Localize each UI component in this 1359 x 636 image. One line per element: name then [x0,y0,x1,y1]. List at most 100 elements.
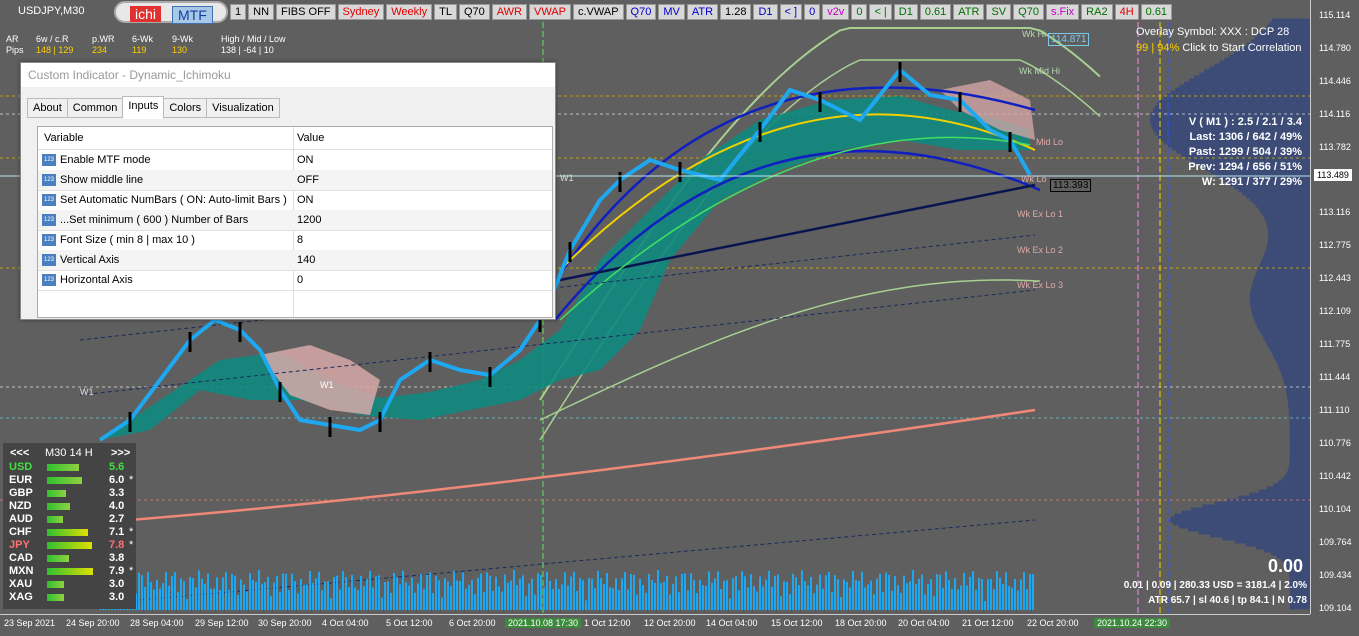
toolbar-button[interactable]: < | [869,4,892,20]
toolbar-button[interactable]: 4H [1114,4,1139,20]
corr-a: 99 [1136,42,1149,54]
mtf-button[interactable]: MTF [172,6,213,24]
toolbar-button[interactable]: c.VWAP [573,4,624,20]
info-cell: 148 | 129 [36,45,74,55]
toolbar-button[interactable]: Q70 [625,4,657,20]
toolbar-button[interactable]: AWR [491,4,527,20]
dialog-tabs: About Common Inputs Colors Visualization [27,96,280,119]
currency-code: USD [9,461,33,473]
toolbar-button[interactable]: SV [986,4,1012,20]
toolbar-button[interactable]: Weekly [386,4,433,20]
toolbar-button[interactable]: FIBS OFF [276,4,336,20]
number-type-icon: 123 [42,214,56,226]
toolbar-button[interactable]: Q70 [1013,4,1044,20]
toolbar-button[interactable]: 0.61 [919,4,952,20]
time-tick: 15 Oct 12:00 [771,618,823,628]
input-row[interactable]: 123 Horizontal Axis 0 [38,270,552,291]
toolbar-button[interactable]: ATR [686,4,719,20]
strength-bar [47,464,79,471]
toolbar-button[interactable]: v2v [822,4,850,20]
current-price-tag: 113.489 [1314,169,1352,181]
timeframe-label: M30 14 H [45,447,93,459]
price-tick: 112.443 [1319,273,1351,283]
strength-mark: * [129,539,134,551]
input-row[interactable]: 123 Vertical Axis 140 [38,250,552,271]
number-type-icon: 123 [42,194,56,206]
stats-w: W: 1291 / 377 / 29% [1201,176,1302,188]
time-tick: 1 Oct 12:00 [584,618,631,628]
w1-label: W1 [560,173,574,183]
tab-common[interactable]: Common [66,98,124,118]
strength-bar [47,542,92,549]
input-value[interactable]: OFF [297,170,319,190]
time-tick: 5 Oct 12:00 [386,618,433,628]
price-tick: 114.780 [1319,43,1351,53]
toolbar-button[interactable]: D1 [753,4,778,20]
input-row[interactable]: 123 Set Automatic NumBars ( ON: Auto-limi… [38,190,552,211]
next-button[interactable]: >>> [111,447,130,459]
strength-bar [47,503,70,510]
overlay-symbol: Overlay Symbol: XXX : DCP 28 [1136,26,1290,38]
wk-lo-label: Wk Lo [1021,174,1047,184]
time-tick: 28 Sep 04:00 [130,618,184,628]
toolbar-button[interactable]: 0.61 [1140,4,1173,20]
strength-value: 7.1 [109,526,125,538]
prev-button[interactable]: <<< [10,447,29,459]
toolbar-button[interactable]: Q70 [458,4,490,20]
toolbar-button[interactable]: < ] [779,4,803,20]
toolbar-button[interactable]: Sydney [337,4,385,20]
wk-ex-lo3-label: Wk Ex Lo 3 [1017,280,1064,290]
price-tick: 112.775 [1319,240,1351,250]
input-value[interactable]: 0 [297,270,303,290]
toolbar-button[interactable]: 0 [851,4,868,20]
info-cell: Pips [6,45,24,55]
time-tick: 29 Sep 12:00 [195,618,249,628]
currency-code: MXN [9,565,34,577]
time-tick: 14 Oct 04:00 [706,618,758,628]
ichi-button[interactable]: ichi [130,6,162,22]
toolbar-button[interactable]: RA2 [1081,4,1113,20]
input-value[interactable]: 1200 [297,210,321,230]
toolbar-button[interactable]: ATR [953,4,985,20]
info-cell: 6-Wk [132,34,153,44]
col-variable: Variable [44,132,84,144]
toolbar-button[interactable]: 0 [804,4,821,20]
toolbar-button[interactable]: s.Fix [1045,4,1080,20]
time-axis[interactable]: 23 Sep 2021 24 Sep 20:00 28 Sep 04:00 29 Se… [0,614,1310,636]
info-cell: 6w / c.R [36,34,69,44]
tab-colors[interactable]: Colors [163,98,208,118]
input-row[interactable]: 123 Enable MTF mode ON [38,150,552,171]
currency-code: NZD [9,500,32,512]
strength-value: 7.8 [109,539,125,551]
toolbar-button[interactable]: MV [658,4,685,20]
input-row[interactable]: 123 ...Set minimum ( 600 ) Number of Bars… [38,210,552,231]
tab-inputs[interactable]: Inputs [122,96,165,119]
strength-value: 3.0 [109,578,125,590]
last-price-tag: 113.393 [1050,179,1092,192]
toolbar-button[interactable]: NN [248,4,275,20]
toolbar-button[interactable]: D1 [893,4,918,20]
tab-about[interactable]: About [27,98,68,118]
strength-bar [47,594,64,601]
input-row[interactable]: 123 Show middle line OFF [38,170,552,191]
currency-code: EUR [9,474,33,486]
currency-code: JPY [9,539,30,551]
ichi-mtf-toggle[interactable]: ichi MTF [114,1,228,24]
price-tick: 110.104 [1319,504,1351,514]
input-row[interactable]: 123 Font Size ( min 8 | max 10 ) 8 [38,230,552,251]
input-value[interactable]: 8 [297,230,303,250]
toolbar-button[interactable]: 1 [230,4,247,20]
toolbar-button[interactable]: 1.28 [720,4,752,20]
strength-bar [47,581,64,588]
correlation-link[interactable]: 99 | 94% Click to Start Correlation [1136,42,1302,54]
input-value[interactable]: ON [297,190,314,210]
toolbar-button[interactable]: TL [434,4,457,20]
price-axis[interactable]: 115.114 114.780 114.446 114.116 113.782 113.4… [1310,0,1359,614]
input-value[interactable]: 140 [297,250,315,270]
wk-hi-value: 114.871 [1048,33,1090,46]
price-tick: 113.782 [1319,142,1351,152]
input-value[interactable]: ON [297,150,314,170]
tab-visualization[interactable]: Visualization [206,98,280,118]
info-cell: 9-Wk [172,34,193,44]
toolbar-button[interactable]: VWAP [529,4,571,20]
